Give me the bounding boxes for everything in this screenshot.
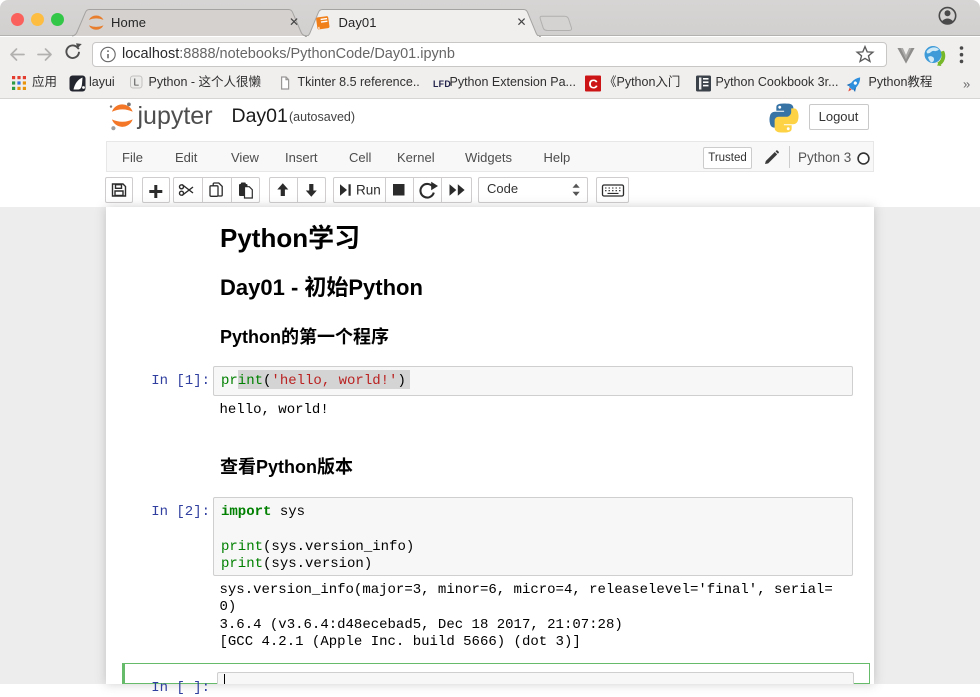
svg-text:Run: Run: [356, 183, 381, 198]
svg-text:»: »: [963, 77, 970, 92]
svg-text:C: C: [589, 77, 599, 92]
svg-text:LFD: LFD: [433, 79, 451, 89]
svg-text:L: L: [134, 78, 140, 89]
